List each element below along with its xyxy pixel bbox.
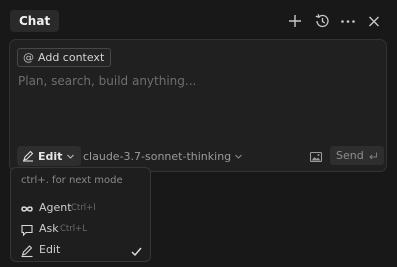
infinity-icon bbox=[20, 201, 34, 215]
image-icon[interactable] bbox=[309, 149, 323, 163]
add-context-button[interactable]: @ Add context bbox=[17, 48, 112, 67]
prompt-input[interactable]: Plan, search, build anything... bbox=[18, 74, 196, 88]
model-selector[interactable]: claude-3.7-sonnet-thinking bbox=[83, 146, 243, 166]
history-icon[interactable] bbox=[313, 12, 331, 30]
chat-header: Chat bbox=[0, 0, 397, 40]
enter-key-icon bbox=[369, 152, 377, 159]
chevron-down-icon bbox=[67, 154, 75, 159]
mode-item-label: Agent bbox=[39, 201, 72, 214]
pencil-icon bbox=[23, 150, 34, 162]
chat-composer: @ Add context Plan, search, build anythi… bbox=[9, 39, 387, 172]
mode-item-shortcut: Ctrl+I bbox=[71, 203, 96, 213]
mode-hint: ctrl+. for next mode bbox=[21, 175, 123, 186]
mode-item-label: Ask bbox=[39, 222, 59, 235]
send-label: Send bbox=[336, 149, 364, 162]
more-icon[interactable] bbox=[339, 12, 357, 30]
close-icon[interactable] bbox=[365, 12, 383, 30]
mode-label: Edit bbox=[38, 149, 63, 163]
mode-item-ask[interactable]: Ask Ctrl+L bbox=[11, 218, 150, 240]
mode-selector-button[interactable]: Edit bbox=[17, 146, 82, 166]
send-button[interactable]: Send bbox=[330, 146, 384, 165]
plus-icon[interactable] bbox=[286, 12, 304, 30]
tab-chat[interactable]: Chat bbox=[10, 10, 60, 32]
mode-item-shortcut: Ctrl+L bbox=[60, 224, 87, 234]
mode-item-edit[interactable]: Edit bbox=[11, 239, 150, 261]
chevron-down-icon bbox=[235, 154, 243, 159]
checkmark-icon bbox=[130, 243, 143, 257]
pencil-icon bbox=[20, 243, 34, 258]
mode-dropdown-menu: ctrl+. for next mode Agent Ctrl+I Ask Ct… bbox=[10, 167, 151, 262]
at-sign-icon: @ bbox=[23, 51, 34, 64]
mode-item-agent[interactable]: Agent Ctrl+I bbox=[11, 197, 150, 219]
chat-panel: Chat @ Add context Plan, search, build a… bbox=[0, 0, 397, 267]
model-label: claude-3.7-sonnet-thinking bbox=[83, 149, 232, 163]
chat-bubble-icon bbox=[20, 222, 34, 237]
mode-item-label: Edit bbox=[39, 243, 61, 256]
add-context-label: Add context bbox=[38, 51, 105, 64]
